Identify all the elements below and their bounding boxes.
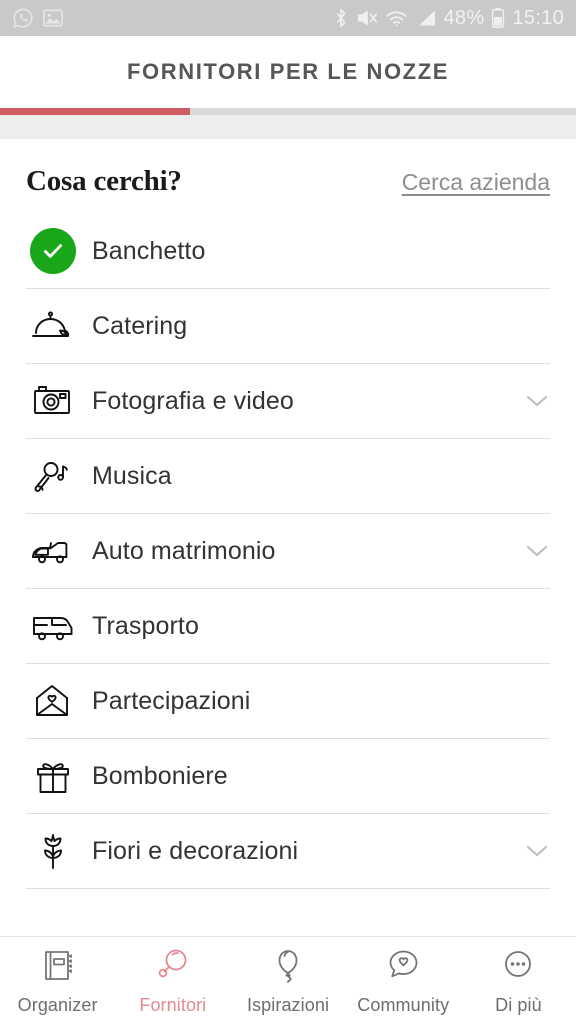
- category-label: Musica: [92, 461, 172, 490]
- nav-item-ispirazioni[interactable]: Ispirazioni: [230, 937, 345, 1024]
- category-row[interactable]: Catering: [26, 289, 550, 364]
- category-list: Banchetto Catering Fotografia e video Mu…: [0, 214, 576, 889]
- chevron-down-icon[interactable]: [524, 843, 550, 859]
- mute-icon: [356, 7, 378, 29]
- whatsapp-icon: [12, 7, 34, 29]
- nav-item-label: Ispirazioni: [246, 994, 330, 1015]
- category-label: Fotografia e video: [92, 386, 294, 415]
- nav-item-label: Di più: [495, 994, 542, 1015]
- nav-item-community[interactable]: Community: [346, 937, 461, 1024]
- progress-bar: [0, 108, 576, 115]
- category-row[interactable]: Musica: [26, 439, 550, 514]
- car-icon: [26, 532, 80, 570]
- check-circle-icon: [26, 228, 80, 274]
- category-row[interactable]: Fiori e decorazioni: [26, 814, 550, 889]
- microphone-icon: [26, 456, 80, 496]
- notebook-icon: [38, 946, 78, 991]
- category-label: Partecipazioni: [92, 686, 251, 715]
- category-label: Catering: [92, 311, 188, 340]
- nav-item-label: Fornitori: [139, 994, 207, 1015]
- status-bar-left: [12, 7, 64, 29]
- gallery-icon: [42, 8, 64, 28]
- battery-percent-label: 48%: [443, 6, 485, 29]
- category-label: Fiori e decorazioni: [92, 836, 299, 865]
- app-root: 48% 15:10 FORNITORI PER LE NOZZE Cosa ce…: [0, 0, 576, 1024]
- nav-item-organizer[interactable]: Organizer: [0, 937, 115, 1024]
- clock-label: 15:10: [512, 6, 564, 29]
- category-row[interactable]: Bomboniere: [26, 739, 550, 814]
- signal-icon: [415, 9, 437, 28]
- status-bar: 48% 15:10: [0, 0, 576, 36]
- category-label: Auto matrimonio: [92, 536, 276, 565]
- status-bar-right: 48% 15:10: [333, 7, 565, 30]
- more-dots-icon: [498, 946, 538, 991]
- bluetooth-icon: [333, 7, 349, 29]
- nav-item-di-pi-[interactable]: Di più: [461, 937, 576, 1024]
- bus-icon: [26, 607, 80, 645]
- category-row[interactable]: Banchetto: [26, 214, 550, 289]
- balloon-icon: [268, 946, 308, 991]
- nav-item-fornitori[interactable]: Fornitori: [115, 937, 230, 1024]
- camera-icon: [26, 381, 80, 421]
- header-divider-band: [0, 115, 576, 139]
- chevron-down-icon[interactable]: [524, 393, 550, 409]
- chevron-down-icon[interactable]: [524, 543, 550, 559]
- nav-item-label: Community: [357, 994, 450, 1015]
- category-label: Bomboniere: [92, 761, 228, 790]
- category-row[interactable]: Auto matrimonio: [26, 514, 550, 589]
- category-row[interactable]: Partecipazioni: [26, 664, 550, 739]
- battery-icon: [491, 7, 505, 29]
- content-area: Cosa cerchi? Cerca azienda Banchetto Cat…: [0, 139, 576, 936]
- search-company-link[interactable]: Cerca azienda: [402, 169, 550, 196]
- tulip-icon: [26, 828, 80, 874]
- speech-heart-icon: [383, 946, 423, 991]
- gift-icon: [26, 754, 80, 798]
- progress-bar-fill: [0, 108, 191, 115]
- section-header: Cosa cerchi? Cerca azienda: [0, 139, 576, 198]
- magnifier-icon: [153, 946, 193, 991]
- wifi-icon: [385, 9, 408, 28]
- check-circle-icon: [30, 228, 76, 274]
- category-label: Trasporto: [92, 611, 199, 640]
- category-row[interactable]: Fotografia e video: [26, 364, 550, 439]
- category-label: Banchetto: [92, 236, 206, 265]
- page-title: FORNITORI PER LE NOZZE: [126, 59, 450, 84]
- title-bar: FORNITORI PER LE NOZZE: [0, 36, 576, 108]
- nav-item-label: Organizer: [17, 994, 98, 1015]
- cloche-icon: [26, 306, 80, 346]
- bottom-navigation: Organizer Fornitori Ispirazioni Communit…: [0, 936, 576, 1024]
- envelope-heart-icon: [26, 680, 80, 722]
- category-row[interactable]: Trasporto: [26, 589, 550, 664]
- section-question: Cosa cerchi?: [26, 165, 182, 197]
